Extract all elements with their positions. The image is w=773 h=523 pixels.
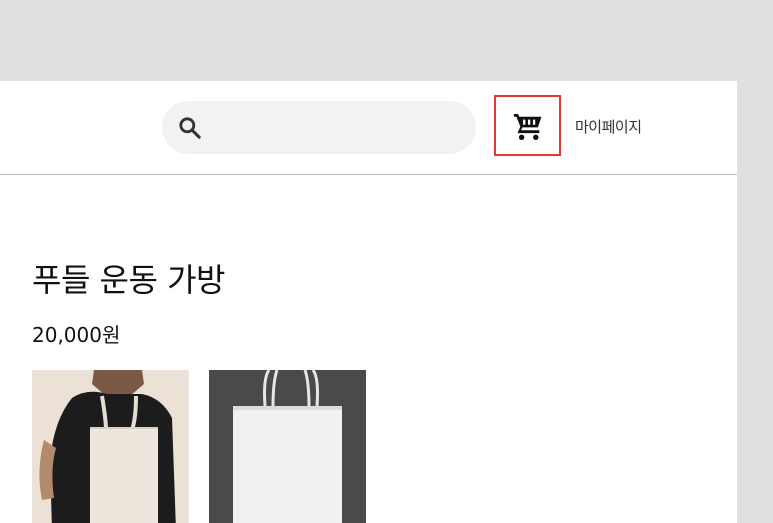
product-image-2[interactable]: [209, 370, 366, 523]
product-price: 20,000원: [32, 323, 121, 347]
search-input[interactable]: [212, 111, 466, 146]
person-carrying-tote-bag-image: [32, 370, 189, 523]
product-title: 푸들 운동 가방: [32, 261, 225, 299]
mypage-link[interactable]: 마이페이지: [575, 116, 642, 137]
top-background: [0, 0, 773, 81]
shopping-cart-icon: [513, 113, 541, 140]
page-content: 마이페이지 푸들 운동 가방 20,000원: [0, 81, 737, 523]
white-tote-bag-on-dark-background-image: [209, 370, 366, 523]
search-icon[interactable]: [177, 115, 203, 141]
search-bar[interactable]: [162, 101, 476, 154]
product-image-1[interactable]: [32, 370, 189, 523]
cart-button[interactable]: [494, 95, 561, 156]
site-header: 마이페이지: [0, 81, 737, 175]
right-background: [737, 81, 773, 523]
